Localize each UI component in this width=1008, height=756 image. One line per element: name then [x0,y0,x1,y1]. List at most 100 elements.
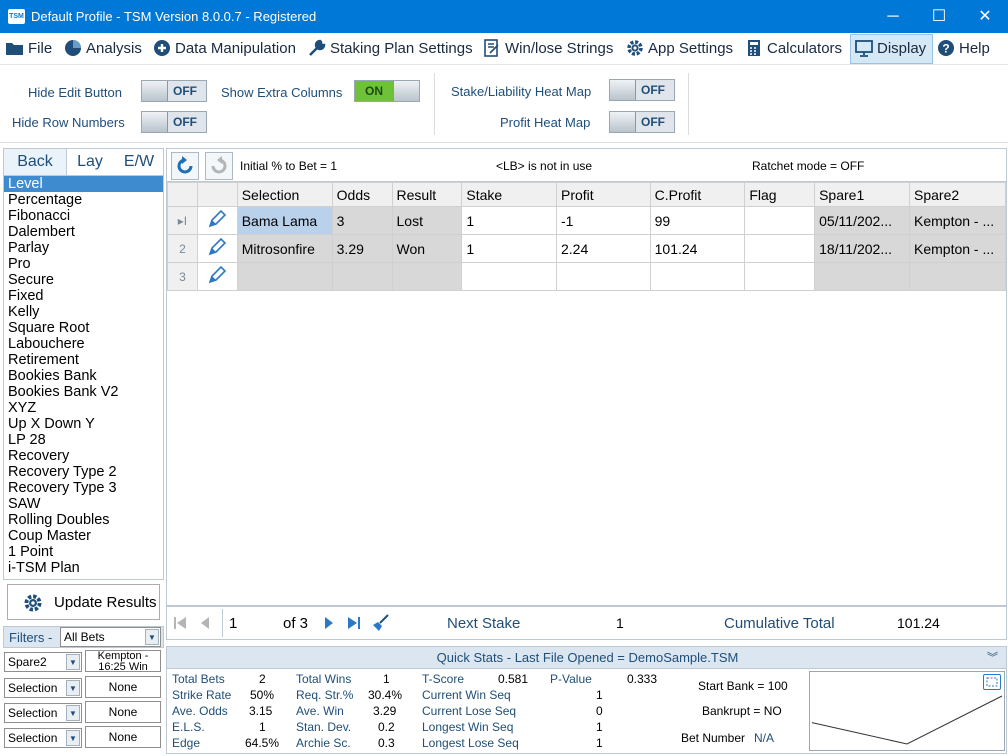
maximize-button[interactable]: ☐ [916,0,962,33]
table-row[interactable]: 3 [167,262,1006,291]
filter-value-box[interactable]: Kempton - 16:25 Win [85,650,161,672]
bank-sparkline[interactable] [809,671,1005,751]
menu-app-settings[interactable]: App Settings [625,33,733,65]
last-record-icon[interactable] [346,615,362,631]
table-cell[interactable]: 3.29 [331,234,393,263]
column-header[interactable]: Result [391,182,463,207]
menu-help[interactable]: ? Help [936,33,990,65]
table-cell[interactable] [744,262,816,291]
table-cell[interactable] [649,262,746,291]
table-cell[interactable] [391,262,463,291]
table-cell[interactable]: 1 [461,234,557,263]
table-cell[interactable]: -1 [556,206,651,235]
table-cell[interactable]: Kempton - ... [909,206,1006,235]
expand-chart-button[interactable] [983,674,1001,690]
first-record-icon[interactable] [172,615,188,631]
column-header[interactable]: Spare2 [909,182,1006,207]
column-header[interactable]: Stake [461,182,557,207]
table-cell[interactable]: 99 [649,206,746,235]
menu-calculators[interactable]: Calculators [744,33,842,65]
tab-back[interactable]: Back [4,149,67,175]
plan-item[interactable]: Level [4,176,163,192]
plan-item[interactable]: Square Root [4,320,163,336]
plan-item[interactable]: Bookies Bank [4,368,163,384]
plan-item[interactable]: Secure [4,272,163,288]
table-cell[interactable] [461,262,557,291]
update-results-button[interactable]: Update Results [7,584,160,620]
plan-item[interactable]: Recovery [4,448,163,464]
close-button[interactable]: ✕ [962,0,1008,33]
plan-item[interactable]: XYZ [4,400,163,416]
table-cell[interactable] [814,262,910,291]
table-cell[interactable]: Mitrosonfire [236,234,333,263]
column-header[interactable]: Flag [744,182,816,207]
tab-lay[interactable]: Lay [68,149,112,175]
table-cell[interactable]: Won [391,234,463,263]
filter-value-box[interactable]: None [85,726,161,748]
previous-record-icon[interactable] [197,615,213,631]
stake-heat-map-toggle[interactable]: OFF [609,79,675,101]
table-cell[interactable] [744,234,816,263]
quick-stats-header[interactable]: Quick Stats - Last File Opened = DemoSam… [166,646,1007,669]
refresh-button[interactable] [171,152,199,180]
column-header[interactable]: Spare1 [814,182,910,207]
minimize-button[interactable]: ─ [870,0,916,33]
table-cell[interactable] [744,206,816,235]
filter-value-box[interactable]: None [85,676,161,698]
filter-field-select[interactable]: Spare2 ▼ [4,652,82,672]
plan-item[interactable]: Fibonacci [4,208,163,224]
row-number[interactable]: 3 [167,262,198,291]
show-extra-columns-toggle[interactable]: ON [354,80,420,102]
column-header[interactable]: Profit [556,182,651,207]
edit-row-button[interactable] [196,206,238,235]
menu-win-lose-strings[interactable]: Win/lose Strings [482,33,613,65]
plan-item[interactable]: Recovery Type 3 [4,480,163,496]
column-header[interactable]: Odds [331,182,393,207]
plan-item[interactable]: Retirement [4,352,163,368]
plan-item[interactable]: LP 28 [4,432,163,448]
plan-item[interactable]: Dalembert [4,224,163,240]
table-row[interactable]: ▸I Bama Lama 3 Lost 1 -1 99 05/11/202...… [167,206,1006,235]
table-cell[interactable]: Bama Lama [236,206,333,235]
hide-row-numbers-toggle[interactable]: OFF [141,111,207,133]
plan-item[interactable]: Recovery Type 2 [4,464,163,480]
menu-file[interactable]: File [5,33,52,65]
filter-field-select[interactable]: Selection ▼ [4,728,82,748]
row-number[interactable]: 2 [167,234,198,263]
filter-value-box[interactable]: None [85,701,161,723]
filter-field-select[interactable]: Selection ▼ [4,678,82,698]
tab-ew[interactable]: E/W [114,149,164,175]
plan-item[interactable]: Pro [4,256,163,272]
edit-row-button[interactable] [196,262,238,291]
plan-item[interactable]: Labouchere [4,336,163,352]
column-header[interactable]: C.Profit [649,182,746,207]
plan-item[interactable]: Coup Master [4,528,163,544]
table-cell[interactable]: 1 [461,206,557,235]
plan-item[interactable]: Bookies Bank V2 [4,384,163,400]
table-row[interactable]: 2 Mitrosonfire 3.29 Won 1 2.24 101.24 18… [167,234,1006,263]
broom-icon[interactable] [370,613,390,633]
collapse-icon[interactable]: ︾ [987,649,998,665]
table-cell[interactable]: 05/11/202... [814,206,910,235]
plan-item[interactable]: Fixed [4,288,163,304]
table-cell[interactable]: 101.24 [649,234,746,263]
plan-item[interactable]: 1 Point [4,544,163,560]
column-header[interactable]: Selection [236,182,333,207]
menu-display[interactable]: Display [850,34,934,64]
page-number-input[interactable]: 1 [222,609,282,637]
table-cell[interactable] [909,262,1006,291]
table-cell[interactable]: 2.24 [556,234,651,263]
plan-item[interactable]: SAW [4,496,163,512]
profit-heat-map-toggle[interactable]: OFF [609,111,675,133]
row-number[interactable]: ▸I [167,206,198,235]
menu-analysis[interactable]: Analysis [63,33,142,65]
hide-edit-button-toggle[interactable]: OFF [141,80,207,102]
table-cell[interactable]: 18/11/202... [814,234,910,263]
menu-staking-plan-settings[interactable]: Staking Plan Settings [307,33,473,65]
table-cell[interactable]: Lost [391,206,463,235]
edit-row-button[interactable] [196,234,238,263]
plan-item[interactable]: Rolling Doubles [4,512,163,528]
plan-item[interactable]: Kelly [4,304,163,320]
table-cell[interactable]: 3 [331,206,393,235]
filter-field-select[interactable]: Selection ▼ [4,703,82,723]
